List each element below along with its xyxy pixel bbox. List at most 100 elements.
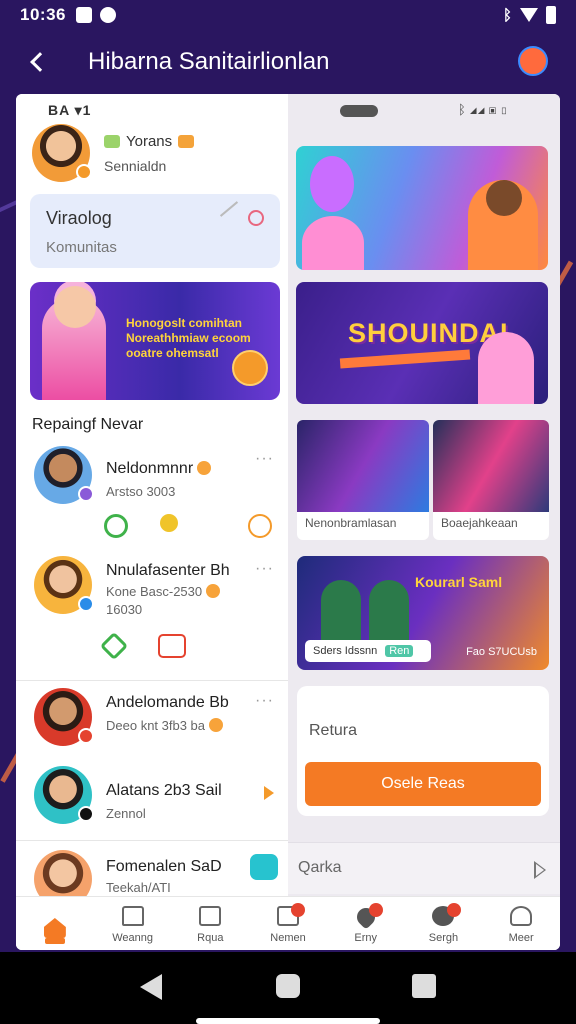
tab-weanng[interactable]: Weanng	[94, 897, 172, 950]
form-card: Retura Osele Reas	[297, 686, 549, 816]
play-icon[interactable]	[264, 786, 274, 800]
gesture-pill	[196, 1018, 380, 1024]
list-item[interactable]: Fomenalen SaD Teekah/ATI	[34, 850, 288, 908]
tab-label: Weanng	[112, 932, 153, 944]
inner-status-left: BA ▾1	[48, 102, 92, 118]
star-icon[interactable]	[99, 631, 129, 661]
list-item[interactable]: Andelomande Bb Deeo knt 3fb3 ba ···	[34, 688, 288, 752]
quick-label: Qarka	[298, 859, 342, 876]
community-card[interactable]: Viraolog Komunitas	[30, 194, 280, 268]
status-badge	[78, 728, 94, 744]
wifi-icon	[520, 8, 538, 22]
status-badge	[78, 806, 94, 822]
page-title: Hibarna Sanitairlionlan	[88, 48, 330, 75]
media-caption: Fao S7UCUsb	[466, 646, 537, 658]
pill-icon	[340, 105, 378, 117]
community-subtitle: Komunitas	[46, 239, 117, 256]
inner-signal-icon: ᛒ ◢◢ ▣ ▯	[458, 102, 508, 117]
media-card[interactable]: Kourarl Saml Sders Idssnn Ren Fao S7UCUsb	[297, 556, 549, 670]
media-thumbnail	[433, 420, 549, 512]
emoji-icon	[209, 718, 224, 732]
inner-status-right	[340, 104, 378, 122]
tab-home[interactable]	[16, 897, 94, 950]
nav-back-icon[interactable]	[140, 974, 162, 1000]
media-title: Kourarl Saml	[415, 574, 503, 590]
submit-button[interactable]: Osele Reas	[305, 762, 541, 806]
tab-sergh[interactable]: Sergh	[405, 897, 483, 950]
contact-subtitle: Deeo knt 3fb3 ba	[106, 718, 206, 733]
avatar	[32, 124, 92, 182]
document-icon	[199, 906, 222, 926]
user-avatar-icon[interactable]	[518, 46, 548, 76]
left-column: BA ▾1 Yorans Sennialdn Viraolog Komunita…	[16, 94, 288, 950]
media-card[interactable]: Boaejahkeaan	[433, 420, 549, 540]
form-label: Retura	[309, 722, 358, 739]
back-arrow-icon	[30, 52, 50, 72]
divider	[16, 840, 288, 841]
list-item[interactable]: Alatans 2b3 Sail Zennol	[34, 766, 288, 830]
avatar	[34, 446, 94, 504]
profile-header[interactable]: Yorans Sennialdn	[32, 124, 195, 182]
media-card[interactable]	[296, 146, 548, 270]
tab-meer[interactable]: Meer	[482, 897, 560, 950]
tab-label: Sergh	[428, 932, 459, 944]
active-indicator	[44, 938, 65, 944]
tab-label: Meer	[508, 932, 534, 944]
notification-badge	[368, 903, 383, 917]
banner-decoration	[339, 349, 471, 369]
media-thumbnail	[297, 420, 429, 512]
tab-nemen[interactable]: Nemen	[249, 897, 327, 950]
more-options-button[interactable]: ···	[255, 450, 274, 468]
status-time: 10:36	[20, 5, 66, 24]
media-caption: Sders Idssnn	[313, 645, 378, 657]
key-icon[interactable]	[160, 514, 178, 532]
battery-icon	[546, 6, 556, 24]
character-image	[302, 216, 364, 270]
media-caption: Boaejahkeaan	[441, 516, 518, 530]
profile-name: Yorans	[126, 132, 173, 150]
media-card[interactable]: SHOUINDAI	[296, 282, 548, 404]
system-nav-bar	[0, 952, 576, 1024]
quick-action-row[interactable]: Qarka	[288, 842, 560, 894]
refresh-icon[interactable]	[104, 514, 128, 538]
back-button[interactable]	[22, 47, 52, 77]
avatar	[34, 556, 94, 614]
emoji-icon	[206, 584, 221, 598]
info-icon[interactable]	[248, 514, 272, 538]
tab-rqua[interactable]: Rqua	[171, 897, 249, 950]
section-title: Repaingf Nevar	[32, 416, 144, 433]
verified-badge	[78, 596, 94, 612]
nav-recents-icon[interactable]	[412, 974, 436, 998]
media-tag: Ren	[385, 645, 414, 657]
list-item[interactable]: Nnulafasenter Bh Kone Basc-2530 16030 ··…	[34, 556, 288, 666]
person-icon	[510, 906, 533, 926]
tab-label: Erny	[354, 932, 378, 944]
pin-icon	[248, 210, 264, 226]
nav-home-icon[interactable]	[276, 974, 300, 998]
tab-erny[interactable]: Erny	[327, 897, 405, 950]
more-options-button[interactable]: ···	[255, 560, 274, 578]
home-icon	[43, 918, 66, 938]
close-icon[interactable]	[158, 634, 186, 658]
person-image	[478, 332, 534, 404]
media-card[interactable]: Nenonbramlasan	[297, 420, 429, 540]
contact-name: Alatans 2b3 Sail	[106, 782, 222, 799]
emoji-icon	[197, 461, 212, 475]
list-item[interactable]: Neldonmnnr Arstso 3003 ···	[34, 446, 288, 546]
bottom-tab-bar: Weanng Rqua Nemen Erny Sergh Meer	[16, 896, 560, 950]
contact-name: Fomenalen SaD	[106, 858, 222, 875]
contact-subtitle: Zennol	[106, 806, 146, 821]
chat-icon[interactable]	[250, 854, 278, 880]
contact-name: Nnulafasenter Bh	[106, 562, 230, 579]
person-image	[321, 580, 361, 640]
avatar	[34, 688, 94, 746]
promo-banner[interactable]: Honogoslt comihtan Noreathhmiaw ecoom oo…	[30, 282, 280, 400]
notification-icon	[75, 7, 92, 23]
person-image	[369, 580, 409, 640]
main-card: BA ▾1 Yorans Sennialdn Viraolog Komunita…	[16, 94, 560, 950]
more-options-button[interactable]: ···	[255, 692, 274, 710]
chevron-right-icon[interactable]	[534, 861, 546, 879]
contact-subtitle: 16030	[106, 602, 143, 617]
tag-icon	[178, 134, 195, 148]
media-caption-box: Sders Idssnn Ren	[305, 640, 431, 662]
